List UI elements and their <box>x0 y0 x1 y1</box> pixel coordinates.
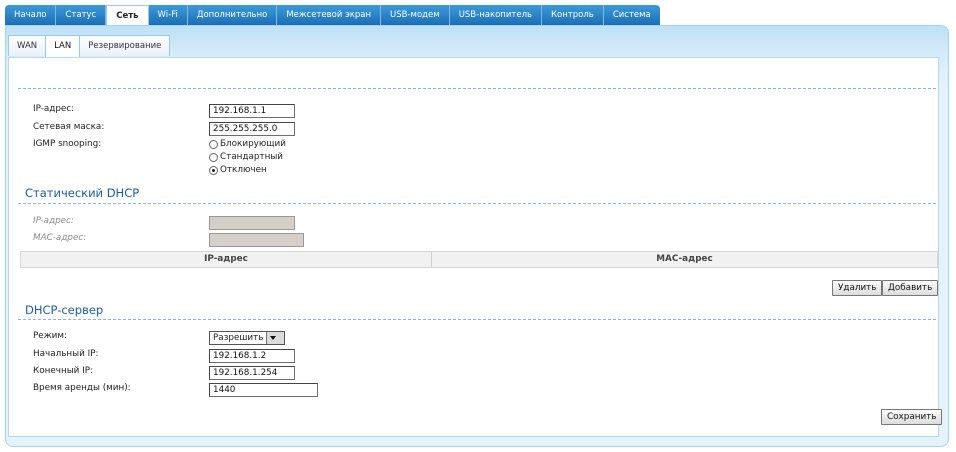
content-panel: IP-адрес: 192.168.1.1 Сетевая маска: 255… <box>8 57 943 437</box>
end-ip-label: Конечный IP: <box>33 366 94 376</box>
ip-address-label: IP-адрес: <box>33 104 75 114</box>
subtab-lan[interactable]: LAN <box>45 35 81 58</box>
nav-tab-network[interactable]: Сеть <box>106 5 149 27</box>
start-ip-input[interactable]: 192.168.1.2 <box>209 349 295 363</box>
ip-address-input[interactable]: 192.168.1.1 <box>209 104 295 118</box>
column-ip-address: IP-адрес <box>21 252 432 267</box>
divider <box>18 319 936 320</box>
nav-tab-wifi[interactable]: Wi-Fi <box>148 5 188 25</box>
igmp-snooping-label: IGMP snooping: <box>33 139 102 149</box>
nav-tab-firewall[interactable]: Межсетевой экран <box>277 5 382 25</box>
radio-label: Блокирующий <box>220 139 286 149</box>
main-navigation: Начало Статус Сеть Wi-Fi Дополнительно М… <box>5 5 660 27</box>
static-dhcp-title: Статический DHCP <box>25 186 140 200</box>
save-button[interactable]: Сохранить <box>881 409 943 425</box>
subtab-wan[interactable]: WAN <box>8 35 47 56</box>
nav-tab-control[interactable]: Контроль <box>542 5 604 25</box>
subnet-mask-label: Сетевая маска: <box>33 122 105 132</box>
static-mac-input <box>209 233 304 247</box>
dhcp-mode-value: Разрешить <box>213 333 264 343</box>
nav-tab-status[interactable]: Статус <box>56 5 107 25</box>
nav-tab-usb-modem[interactable]: USB-модем <box>381 5 450 25</box>
radio-button[interactable] <box>209 152 218 162</box>
nav-tab-usb-storage[interactable]: USB-накопитель <box>449 5 543 25</box>
start-ip-label: Начальный IP: <box>33 349 99 359</box>
lease-time-input[interactable]: 1440 <box>209 383 318 397</box>
igmp-option-disabled[interactable]: Отключен <box>209 165 267 175</box>
nav-tab-advanced[interactable]: Дополнительно <box>187 5 278 25</box>
add-button[interactable]: Добавить <box>882 280 939 296</box>
nav-tab-home[interactable]: Начало <box>5 5 57 25</box>
end-ip-input[interactable]: 192.168.1.254 <box>209 366 295 380</box>
radio-label: Отключен <box>220 165 267 175</box>
igmp-option-standard[interactable]: Стандартный <box>209 152 283 162</box>
radio-button[interactable] <box>209 139 218 149</box>
dhcp-server-title: DHCP-сервер <box>25 303 104 317</box>
static-mac-label: MAC-адрес: <box>33 233 87 243</box>
nav-tab-system[interactable]: Система <box>603 5 660 25</box>
chevron-down-icon[interactable] <box>266 332 285 344</box>
sub-navigation: WAN LAN Резервирование <box>8 35 171 58</box>
page-frame: WAN LAN Резервирование IP-адрес: 192.168… <box>5 25 949 447</box>
static-ip-input <box>209 216 295 230</box>
subtab-reservation[interactable]: Резервирование <box>79 35 171 56</box>
dhcp-mode-label: Режим: <box>33 331 67 341</box>
divider <box>18 203 936 204</box>
delete-button[interactable]: Удалить <box>832 280 883 296</box>
igmp-option-blocking[interactable]: Блокирующий <box>209 139 286 149</box>
subnet-mask-input[interactable]: 255.255.255.0 <box>209 122 295 136</box>
radio-label: Стандартный <box>220 152 284 162</box>
divider <box>18 88 936 89</box>
dhcp-mode-select[interactable]: Разрешить <box>209 331 286 345</box>
column-mac-address: MAC-адрес <box>656 254 713 264</box>
lease-time-label: Время аренды (мин): <box>33 383 131 393</box>
static-ip-label: IP-адрес: <box>33 216 74 226</box>
radio-button-selected[interactable] <box>209 165 218 175</box>
static-dhcp-table-header: IP-адрес MAC-адрес <box>20 251 938 268</box>
